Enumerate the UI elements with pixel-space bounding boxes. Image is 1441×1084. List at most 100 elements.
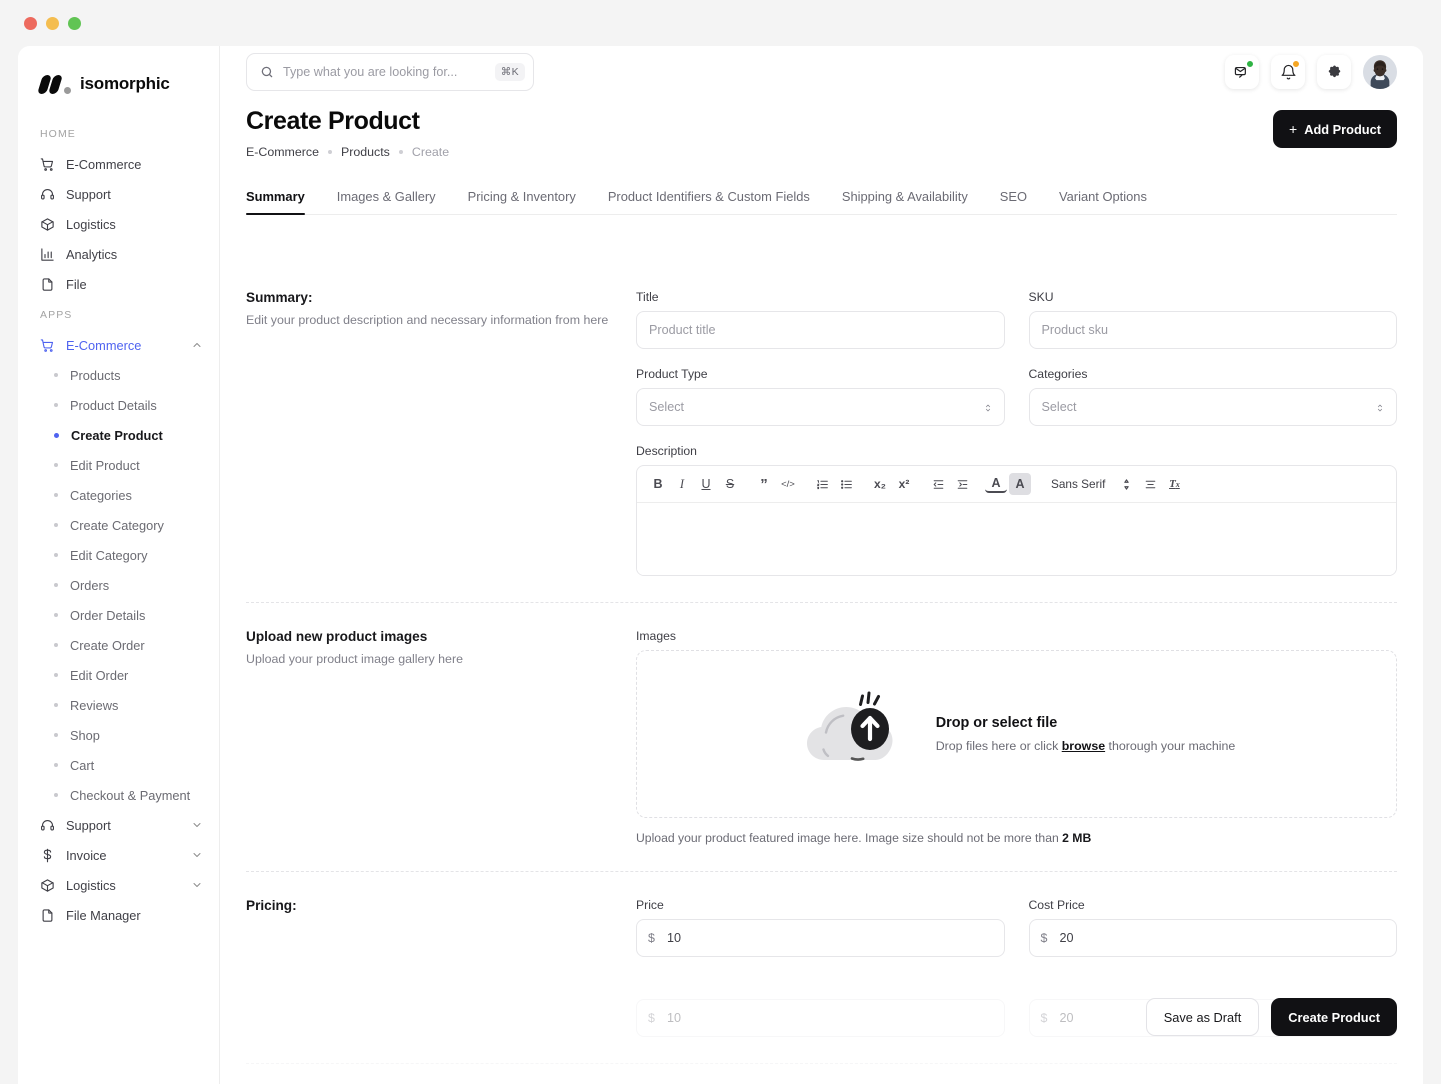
clear-format-icon[interactable]: Tx [1163,473,1185,495]
bullet-icon [54,432,59,438]
sidebar-group-invoice[interactable]: Invoice [18,840,219,870]
search-input[interactable] [283,65,486,79]
sidebar-item-create-product[interactable]: Create Product [18,420,219,450]
notifications-button[interactable] [1271,55,1305,89]
superscript-icon[interactable]: x² [893,473,915,495]
avatar[interactable] [1363,55,1397,89]
tab-pricing-inventory[interactable]: Pricing & Inventory [468,189,576,214]
sidebar-group-ecommerce[interactable]: E-Commerce [18,330,219,360]
sidebar-item-edit-order[interactable]: Edit Order [18,660,219,690]
title-input[interactable] [636,311,1005,349]
sidebar-item-product-details[interactable]: Product Details [18,390,219,420]
subscript-icon[interactable]: x₂ [869,473,891,495]
sidebar-item-orders[interactable]: Orders [18,570,219,600]
sidebar-item-label: Cart [70,757,95,773]
sidebar-item-home-analytics[interactable]: Analytics [18,239,219,269]
sidebar-item-edit-category[interactable]: Edit Category [18,540,219,570]
sidebar-item-order-details[interactable]: Order Details [18,600,219,630]
sidebar-item-categories[interactable]: Categories [18,480,219,510]
sidebar-item-edit-product[interactable]: Edit Product [18,450,219,480]
cart-icon [40,157,55,172]
tab-images-gallery[interactable]: Images & Gallery [337,189,436,214]
sidebar-item-create-order[interactable]: Create Order [18,630,219,660]
box-icon [40,878,55,893]
window-close-button[interactable] [24,16,37,30]
dropzone-text: Drop or select file Drop files here or c… [936,715,1236,753]
cart-icon [40,338,55,353]
save-as-draft-button[interactable]: Save as Draft [1145,998,1260,1036]
sidebar-item-cart[interactable]: Cart [18,750,219,780]
highlight-color-icon[interactable]: A [1009,473,1031,495]
breadcrumb-item-create: Create [411,145,450,160]
file-icon [40,277,55,292]
sidebar-item-checkout-payment[interactable]: Checkout & Payment [18,780,219,810]
sidebar-item-label: Order Details [70,607,146,623]
sidebar-item-reviews[interactable]: Reviews [18,690,219,720]
blockquote-icon[interactable]: ” [753,473,775,495]
cost-price-input-wrap: $ [1028,919,1397,957]
bullet-list-icon[interactable] [835,473,857,495]
sidebar-item-products[interactable]: Products [18,360,219,390]
window-zoom-button[interactable] [68,16,81,30]
italic-icon[interactable]: I [671,473,693,495]
categories-value[interactable] [1028,388,1397,426]
code-icon[interactable]: </> [777,473,799,495]
field-title: Title [636,290,1005,349]
tab-product-identifiers[interactable]: Product Identifiers & Custom Fields [608,189,810,214]
image-dropzone[interactable]: Drop or select file Drop files here or c… [636,650,1397,818]
sidebar-item-label: Logistics [66,877,116,893]
sidebar-item-home-support[interactable]: Support [18,179,219,209]
sidebar-item-home-file[interactable]: File [18,269,219,299]
bold-icon[interactable]: B [647,473,669,495]
breadcrumb-item-products[interactable]: Products [341,145,390,159]
create-product-button[interactable]: Create Product [1271,998,1397,1036]
tab-variant-options[interactable]: Variant Options [1059,189,1147,214]
sku-input[interactable] [1028,311,1397,349]
window-chrome [0,0,1441,46]
bullet-icon [54,673,58,677]
main-content: ⌘K [220,46,1423,1084]
font-size-stepper-icon[interactable] [1115,473,1137,495]
sidebar-group-logistics[interactable]: Logistics [18,870,219,900]
bullet-icon [54,493,58,497]
tab-shipping-availability[interactable]: Shipping & Availability [842,189,968,214]
cost-price-input[interactable] [1028,919,1397,957]
strikethrough-icon[interactable]: S [719,473,741,495]
messages-button[interactable] [1225,55,1259,89]
sidebar-item-home-ecommerce[interactable]: E-Commerce [18,149,219,179]
underline-icon[interactable]: U [695,473,717,495]
search-box[interactable]: ⌘K [246,53,534,91]
align-icon[interactable] [1139,473,1161,495]
product-type-select[interactable] [636,388,1005,426]
outdent-icon[interactable] [927,473,949,495]
topbar-actions [1225,55,1397,89]
breadcrumb-item-ecommerce[interactable]: E-Commerce [246,145,319,159]
add-product-button[interactable]: + Add Product [1273,110,1397,148]
text-color-icon[interactable]: A [985,475,1007,493]
sidebar-group-support[interactable]: Support [18,810,219,840]
sidebar-item-home-logistics[interactable]: Logistics [18,209,219,239]
browse-link[interactable]: browse [1062,739,1105,753]
sidebar-item-shop[interactable]: Shop [18,720,219,750]
sidebar-group-file-manager[interactable]: File Manager [18,900,219,930]
ordered-list-icon[interactable] [811,473,833,495]
chevron-down-icon [191,879,203,891]
brand-logo[interactable]: isomorphic [18,46,219,104]
bullet-icon [54,553,58,557]
window-minimize-button[interactable] [46,16,59,30]
topbar: ⌘K [220,46,1423,98]
sidebar-item-create-category[interactable]: Create Category [18,510,219,540]
price-input[interactable] [636,919,1005,957]
product-type-value[interactable] [636,388,1005,426]
chevron-down-icon [191,819,203,831]
font-family-dropdown[interactable]: Sans Serif [1043,477,1113,491]
tab-summary[interactable]: Summary [246,189,305,216]
sidebar-item-label: Edit Order [70,667,129,683]
description-textarea[interactable] [637,503,1396,575]
nav-section-apps-title: APPS [40,309,73,321]
indent-icon[interactable] [951,473,973,495]
tab-seo[interactable]: SEO [1000,189,1027,214]
settings-button[interactable] [1317,55,1351,89]
breadcrumb-separator-icon [327,150,332,155]
categories-select[interactable] [1028,388,1397,426]
